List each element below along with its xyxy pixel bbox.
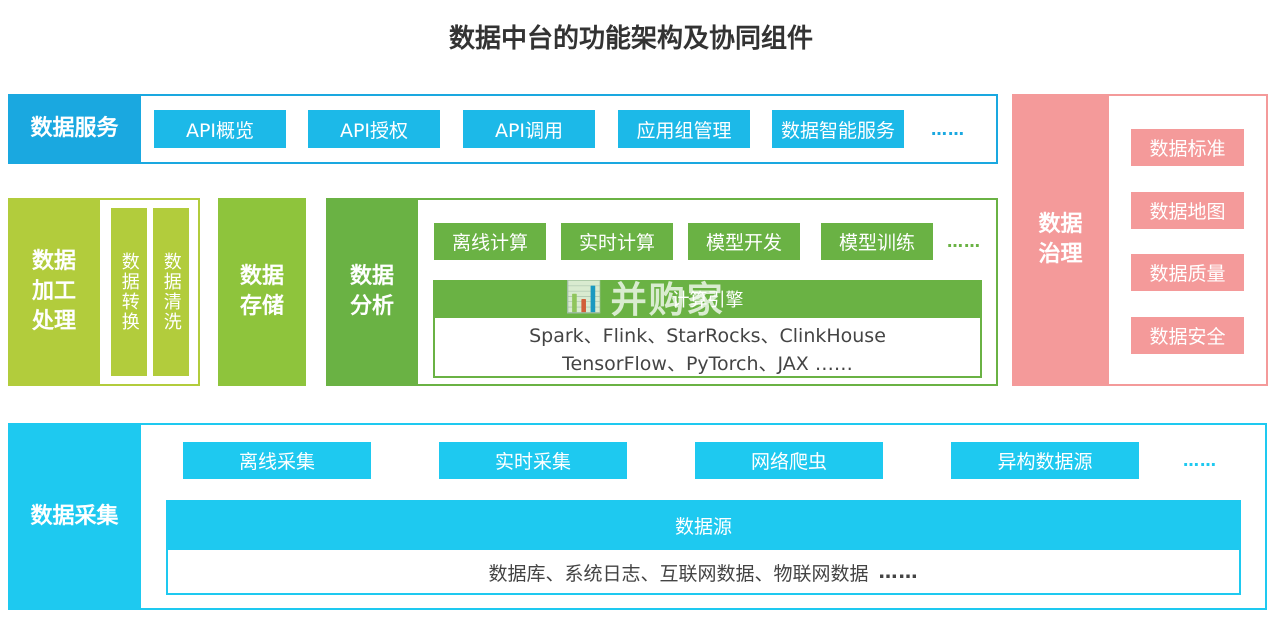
analysis-label: 数据分析 [326, 198, 418, 386]
service-label: 数据服务 [8, 94, 141, 164]
engine-title: 计算引擎 [433, 280, 982, 318]
analysis-item-model-dev: 模型开发 [688, 223, 800, 260]
collection-more: …… [1183, 451, 1217, 470]
engine-line-2: TensorFlow、PyTorch、JAX …… [562, 352, 853, 375]
source-text: 数据库、系统日志、互联网数据、物联网数据 …… [488, 561, 919, 585]
source-more: …… [878, 561, 919, 583]
service-item-api-overview: API概览 [154, 110, 286, 148]
collection-label: 数据采集 [8, 423, 141, 610]
governance-item-security: 数据安全 [1131, 317, 1244, 354]
service-item-app-group: 应用组管理 [618, 110, 750, 148]
analysis-item-model-train: 模型训练 [821, 223, 933, 260]
governance-item-map: 数据地图 [1131, 192, 1244, 229]
analysis-more: …… [947, 232, 981, 251]
service-item-api-call: API调用 [463, 110, 595, 148]
engine-line-1: Spark、Flink、StarRocks、ClinkHouse [529, 324, 886, 347]
governance-label: 数据治理 [1012, 94, 1109, 386]
collection-item-crawler: 网络爬虫 [695, 442, 883, 479]
service-item-api-auth: API授权 [308, 110, 440, 148]
analysis-item-offline: 离线计算 [434, 223, 546, 260]
service-more: …… [931, 119, 965, 139]
processing-label: 数据加工处理 [8, 198, 100, 386]
governance-item-quality: 数据质量 [1131, 254, 1244, 291]
governance-item-standard: 数据标准 [1131, 129, 1244, 166]
storage-box: 数据存储 [218, 198, 306, 386]
collection-item-realtime: 实时采集 [439, 442, 627, 479]
processing-sub-clean: 数据清洗 [153, 208, 189, 376]
collection-item-heterogeneous: 异构数据源 [951, 442, 1139, 479]
collection-item-offline: 离线采集 [183, 442, 371, 479]
diagram-title: 数据中台的功能架构及协同组件 [448, 24, 813, 54]
analysis-item-realtime: 实时计算 [561, 223, 673, 260]
source-title: 数据源 [166, 500, 1241, 550]
service-item-intelligent: 数据智能服务 [772, 110, 904, 148]
processing-sub-transform: 数据转换 [111, 208, 147, 376]
